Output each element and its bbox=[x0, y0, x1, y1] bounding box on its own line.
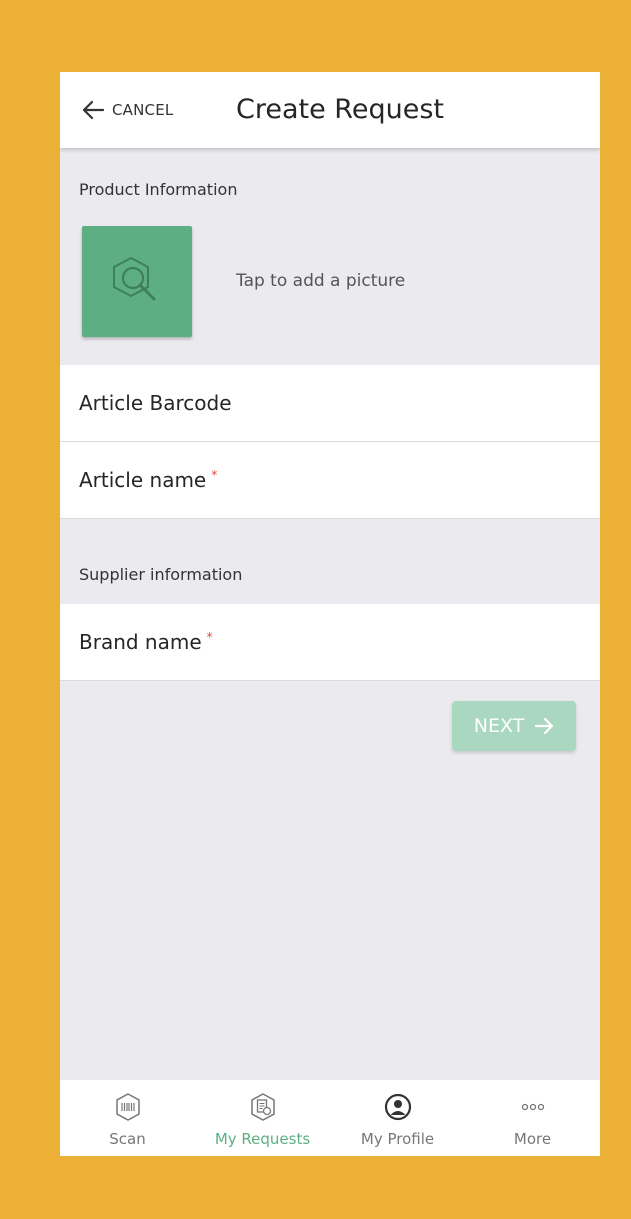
brand-name-field[interactable]: Brand name * bbox=[60, 604, 600, 681]
cancel-button[interactable]: CANCEL bbox=[82, 96, 173, 124]
product-section-label: Product Information bbox=[79, 180, 238, 199]
arrow-right-icon bbox=[535, 717, 554, 735]
tab-my-requests-label: My Requests bbox=[214, 1130, 311, 1148]
tab-more-label: More bbox=[513, 1130, 552, 1148]
arrow-left-icon bbox=[82, 100, 104, 120]
header-bar: CANCEL Create Request bbox=[60, 72, 600, 148]
add-picture-button[interactable] bbox=[82, 226, 192, 337]
article-name-field[interactable]: Article name * bbox=[60, 442, 600, 519]
next-label: NEXT bbox=[473, 715, 525, 737]
cancel-label: CANCEL bbox=[112, 101, 174, 119]
tab-scan-label: Scan bbox=[109, 1130, 146, 1148]
more-icon bbox=[521, 1103, 544, 1111]
tab-my-requests[interactable]: My Requests bbox=[195, 1080, 330, 1156]
next-button[interactable]: NEXT bbox=[452, 701, 576, 751]
tab-scan[interactable]: Scan bbox=[60, 1080, 195, 1156]
article-barcode-field[interactable]: Article Barcode bbox=[60, 365, 600, 442]
supplier-section-label: Supplier information bbox=[79, 565, 243, 584]
article-barcode-label: Article Barcode bbox=[79, 391, 232, 415]
brand-name-label-wrap: Brand name * bbox=[79, 630, 213, 654]
page-title: Create Request bbox=[236, 94, 444, 125]
requests-icon bbox=[250, 1093, 275, 1121]
search-icon bbox=[113, 256, 156, 300]
bottom-tab-bar: Scan My Requests My Profile More bbox=[60, 1080, 600, 1156]
tab-more[interactable]: More bbox=[465, 1080, 600, 1156]
tab-my-profile[interactable]: My Profile bbox=[330, 1080, 465, 1156]
profile-icon bbox=[384, 1093, 411, 1121]
article-name-label-wrap: Article name * bbox=[79, 468, 217, 492]
add-picture-hint[interactable]: Tap to add a picture bbox=[236, 271, 405, 291]
article-name-label: Article name bbox=[79, 468, 207, 492]
app-screen: CANCEL Create Request Product Informatio… bbox=[60, 72, 600, 1156]
required-marker: * bbox=[206, 630, 213, 644]
brand-name-label: Brand name bbox=[79, 630, 202, 654]
scan-icon bbox=[115, 1093, 140, 1121]
required-marker: * bbox=[211, 468, 218, 482]
tab-my-profile-label: My Profile bbox=[360, 1130, 435, 1148]
